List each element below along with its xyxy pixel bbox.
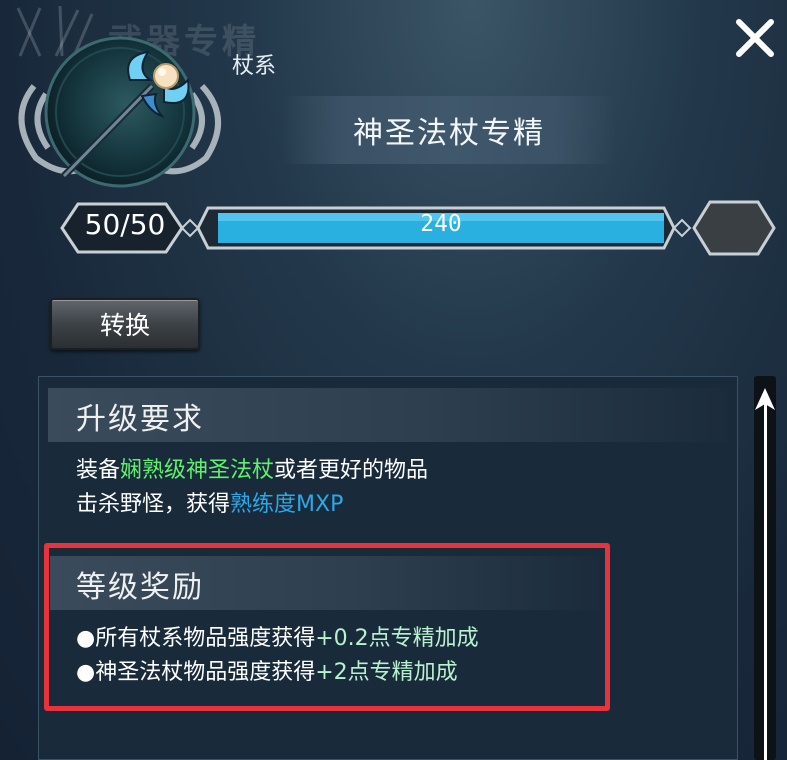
level-counter: 50/50 <box>84 207 166 241</box>
requirements-title: 升级要求 <box>76 402 204 437</box>
scrollbar-thumb[interactable] <box>764 404 767 760</box>
requirement-1-suffix: 或者更好的物品 <box>274 458 429 483</box>
requirement-2-prefix: 击杀野怪，获得 <box>76 492 231 517</box>
mxp-keyword: 熟练度MXP <box>230 492 344 517</box>
rewards-highlight-box <box>44 543 610 711</box>
close-icon[interactable] <box>733 16 777 60</box>
requirement-1-prefix: 装备 <box>76 458 121 483</box>
requirement-line-2: 击杀野怪，获得熟练度MXP <box>76 486 343 518</box>
exp-value: 240 <box>420 211 462 237</box>
requirement-line-1: 装备娴熟级神圣法杖或者更好的物品 <box>76 452 428 484</box>
staff-icon <box>61 50 190 179</box>
weapon-category: 杖系 <box>232 54 277 79</box>
skill-name-banner: 神圣法杖专精 <box>282 96 616 164</box>
scroll-up-arrow-icon[interactable] <box>753 386 777 412</box>
convert-button[interactable]: 转换 <box>50 298 200 350</box>
required-item: 娴熟级神圣法杖 <box>120 458 275 483</box>
